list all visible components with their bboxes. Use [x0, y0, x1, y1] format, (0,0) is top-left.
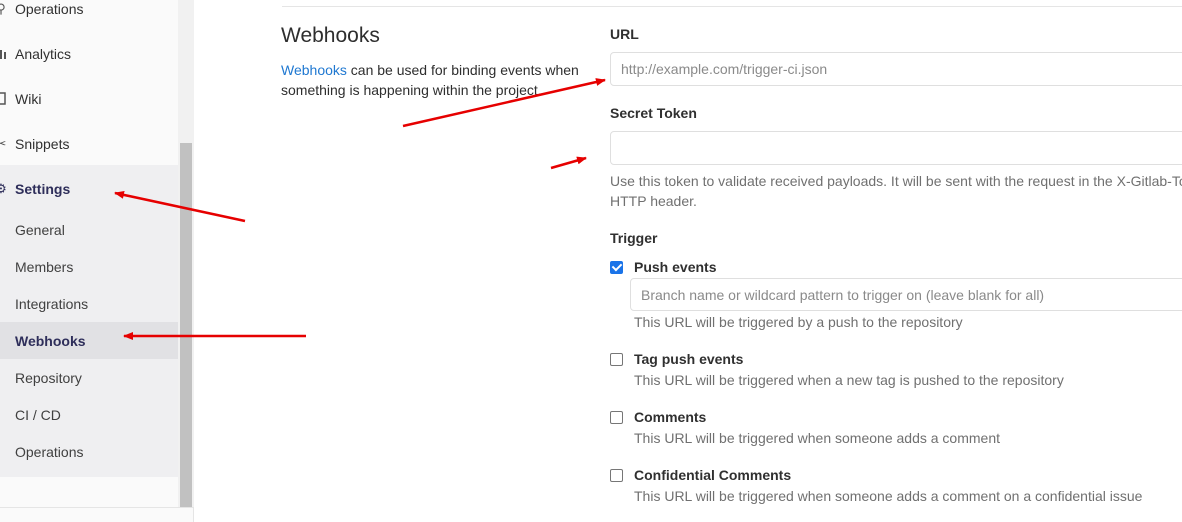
annotation-arrows	[114, 78, 606, 340]
arrow-to-url-input	[402, 78, 606, 128]
arrow-to-settings	[114, 190, 246, 223]
arrow-to-secret-token	[550, 156, 587, 170]
